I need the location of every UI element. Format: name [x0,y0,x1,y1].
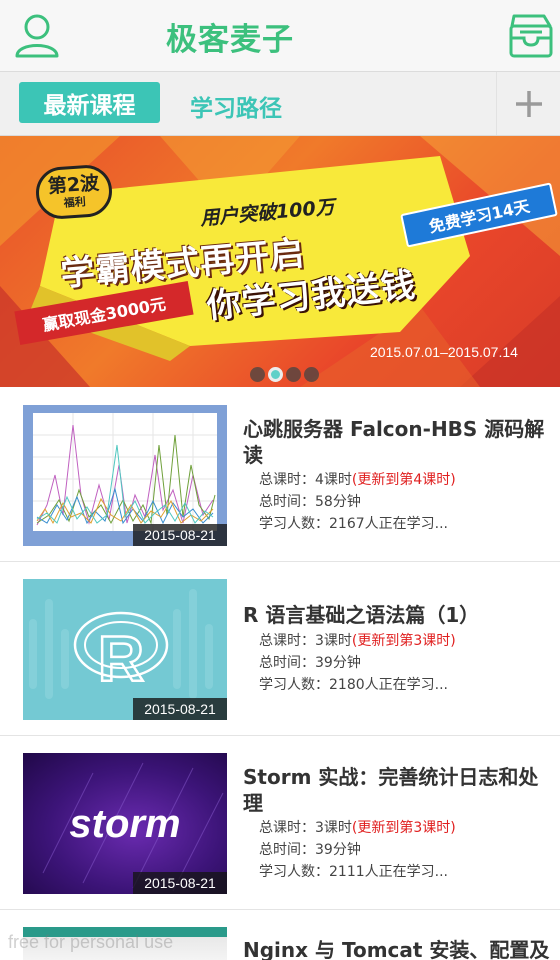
course-duration: 总时间：39分钟 [259,655,361,671]
app-header: 极客麦子 [0,0,560,72]
storm-logo-text: storm [69,802,180,846]
course-lessons: 总课时：3课时(更新到第3课时) [259,817,456,839]
course-title[interactable]: 心跳服务器 Falcon-HBS 源码解读 [243,416,555,468]
banner-badge-subtitle: 福利 [63,195,87,210]
course-learners: 学习人数：2167人正在学习... [259,516,448,532]
page-dot[interactable] [304,367,319,382]
course-duration: 总时间：58分钟 [259,494,361,510]
page-dot[interactable] [286,367,301,382]
course-item[interactable]: 2015-08-21 心跳服务器 Falcon-HBS 源码解读 总课时：4课时… [0,388,560,562]
banner-date-range: 2015.07.01–2015.07.14 [370,344,518,360]
course-title[interactable]: Storm 实战：完善统计日志和处理 [243,764,555,816]
course-title[interactable]: Nginx 与 Tomcat 安装、配置及 [243,937,555,960]
update-text: (更新到第4课时) [351,472,456,488]
update-text: (更新到第3课时) [351,820,456,836]
course-lessons: 总课时：4课时(更新到第4课时) [259,469,456,491]
r-logo-letter: R [98,623,144,695]
banner-pagination [250,367,319,382]
tab-learning-path[interactable]: 学习路径 [190,89,282,123]
course-item[interactable]: R 2015-08-21 R 语言基础之语法篇（1） 总课时：3课时(更新到第3… [0,562,560,736]
course-date: 2015-08-21 [133,698,227,720]
page-dot[interactable] [250,367,265,382]
lessons-text: 总课时：3课时 [259,820,352,836]
app-title: 极客麦子 [166,22,294,58]
course-date: 2015-08-21 [133,872,227,894]
course-date: 2015-08-21 [133,524,227,546]
course-thumbnail: 2015-08-21 [23,405,227,546]
banner-badge-title: 第2波 [47,172,100,198]
tab-bar: 最新课程 学习路径 [0,72,560,136]
promo-banner[interactable]: 第2波 福利 用户突破100万 学霸模式再开启 你学习我送钱 免费学习14天 赢… [0,136,560,387]
plus-icon[interactable] [496,72,560,135]
lessons-text: 总课时：3课时 [259,633,352,649]
course-item[interactable]: storm 2015-08-21 Storm 实战：完善统计日志和处理 总课时：… [0,736,560,910]
course-learners: 学习人数：2180人正在学习... [259,677,448,693]
course-duration: 总时间：39分钟 [259,842,361,858]
update-text: (更新到第3课时) [351,633,456,649]
course-title[interactable]: R 语言基础之语法篇（1） [243,602,555,628]
user-icon[interactable] [12,10,62,60]
inbox-icon[interactable] [508,12,554,60]
watermark-text: free for personal use [8,932,174,952]
course-learners: 学习人数：2111人正在学习... [259,864,448,880]
course-thumbnail: storm 2015-08-21 [23,753,227,894]
course-lessons: 总课时：3课时(更新到第3课时) [259,630,456,652]
tab-latest-courses[interactable]: 最新课程 [19,82,160,123]
lessons-text: 总课时：4课时 [259,472,352,488]
course-thumbnail: R 2015-08-21 [23,579,227,720]
page-dot-active[interactable] [268,367,283,382]
